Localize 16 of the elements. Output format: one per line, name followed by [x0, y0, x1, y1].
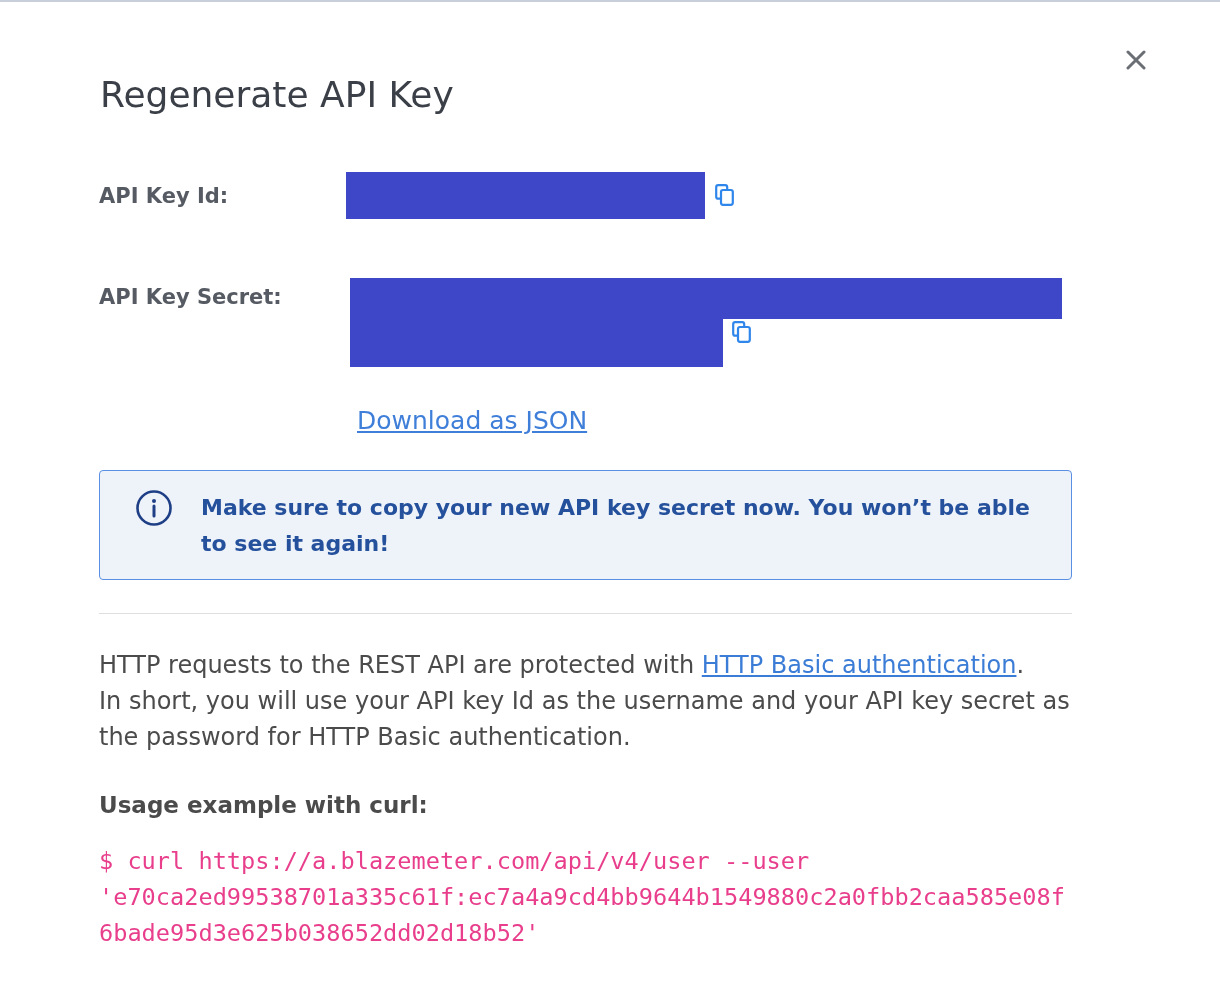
field-label: API Key Secret: [99, 284, 283, 311]
auth-description: HTTP requests to the REST API are protected with HTTP Basic authentication. In short, you will use your API key Id as the username and your API key secret as the password for HTTP Basic authentication. [99, 650, 1071, 753]
notice-text: Make sure to copy your new API key secret now. You won’t be able to see it again! [201, 494, 1031, 558]
copy-button[interactable] [732, 321, 751, 343]
download-link[interactable]: Download as JSON [357, 404, 588, 438]
info-icon [136, 490, 172, 526]
field-label: API Key Id: [99, 182, 230, 210]
copy-button[interactable] [715, 184, 734, 206]
close-icon [1126, 50, 1146, 70]
copy-icon [715, 184, 734, 206]
auth-link[interactable]: HTTP Basic authentication [701, 651, 1017, 679]
copy-icon [732, 321, 751, 343]
curl-command: $ curl https://a.blazemeter.com/api/v4/user --user 'e70ca2ed99538701a335c61f:ec7a4a9cd4bb9644b1549880c2a0fbb2caa585e08f6bade95d3e625b038652dd02d18b52' [99, 846, 1066, 949]
close-button[interactable] [1125, 49, 1147, 71]
dialog-title: Regenerate API Key [100, 73, 454, 117]
usage-heading: Usage example with curl: [99, 791, 428, 820]
